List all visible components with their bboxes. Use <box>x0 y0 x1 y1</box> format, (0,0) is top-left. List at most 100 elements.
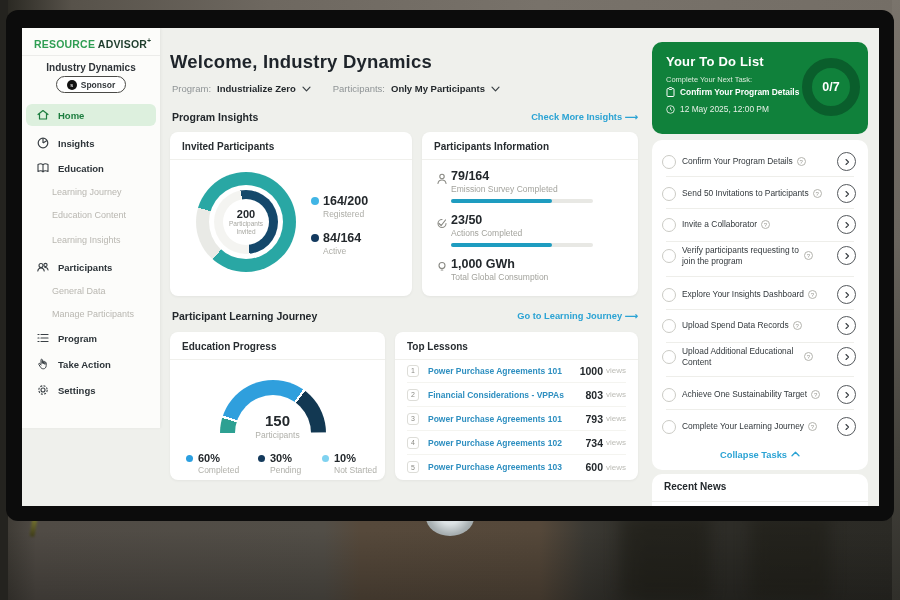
clock-icon <box>666 105 675 114</box>
card-title: Participants Information <box>422 132 638 160</box>
recent-news-card: Recent News <box>652 474 868 506</box>
sidebar-item-program[interactable]: Program <box>26 327 156 349</box>
donut-legend-item: 164/200Registered <box>311 194 411 219</box>
pinfo-row: 79/164Emission Survey Completed <box>435 169 627 203</box>
chevron-right-icon[interactable] <box>837 215 856 234</box>
lesson-link[interactable]: Power Purchase Agreements 102 <box>428 438 585 448</box>
todo-item[interactable]: Verify participants requesting to join t… <box>662 245 856 266</box>
participants-filter[interactable]: Participants: Only My Participants <box>333 83 500 94</box>
sidebar-item-participants[interactable]: Participants <box>26 256 156 278</box>
lesson-row: 1Power Purchase Agreements 1011000views <box>407 359 626 383</box>
app-logo[interactable]: RESOURCE ADVISOR+ <box>34 37 151 50</box>
todo-item[interactable]: Complete Your Learning Journey? <box>662 417 856 436</box>
chevron-right-icon[interactable] <box>837 417 856 436</box>
todo-checkbox[interactable] <box>662 388 676 402</box>
sidebar-item-manage-participants[interactable]: Manage Participants <box>26 303 156 325</box>
background-shadow-2 <box>750 515 830 600</box>
card-title: Invited Participants <box>170 132 412 160</box>
lesson-link[interactable]: Power Purchase Agreements 101 <box>428 414 585 424</box>
invited-participants-card: Invited Participants 200 Participants In… <box>170 132 412 296</box>
todo-item[interactable]: Achieve One Sustainability Target? <box>662 385 856 404</box>
todo-item[interactable]: Upload Spend Data Records? <box>662 316 856 335</box>
background-shadow-1 <box>620 515 710 600</box>
clipboard-icon <box>666 87 675 97</box>
chevron-right-icon[interactable] <box>837 152 856 171</box>
todo-checkbox[interactable] <box>662 319 676 333</box>
chevron-right-icon[interactable] <box>837 184 856 203</box>
progress-bar <box>451 243 593 247</box>
divider <box>666 309 854 310</box>
chevron-right-icon[interactable] <box>837 385 856 404</box>
progress-bar <box>451 199 593 203</box>
pinfo-row: 23/50Actions Completed <box>435 213 627 247</box>
donut-legend-item: 84/164Active <box>311 231 411 256</box>
help-icon: ? <box>811 390 820 399</box>
todo-checkbox[interactable] <box>662 350 676 364</box>
todo-checkbox[interactable] <box>662 249 676 263</box>
sidebar-item-learning-journey[interactable]: Learning Journey <box>26 181 156 203</box>
settings-icon <box>36 383 50 397</box>
program-icon <box>36 331 50 345</box>
lesson-row: 2Financial Considerations - VPPAs803view… <box>407 383 626 407</box>
divider <box>666 241 854 242</box>
todo-item[interactable]: Invite a Collaborator? <box>662 215 856 234</box>
sidebar-item-insights[interactable]: Insights <box>26 132 156 154</box>
divider <box>666 376 854 377</box>
section-program-insights: Program Insights <box>172 111 258 123</box>
divider <box>666 208 854 209</box>
help-icon: ? <box>804 251 813 260</box>
filters: Program: Industrialize Zero Participants… <box>172 83 500 94</box>
todo-subtitle: Complete Your Next Task: <box>666 75 752 84</box>
divider <box>666 276 854 277</box>
todo-checkbox[interactable] <box>662 187 676 201</box>
gauge-legend-item: 10%Not Started <box>322 452 377 475</box>
todo-checkbox[interactable] <box>662 288 676 302</box>
help-icon: ? <box>797 157 806 166</box>
sidebar-item-education-content[interactable]: Education Content <box>26 204 156 226</box>
sidebar-item-settings[interactable]: Settings <box>26 379 156 401</box>
chevron-right-icon[interactable] <box>837 246 856 265</box>
chevron-right-icon[interactable] <box>837 347 856 366</box>
divider <box>666 409 854 410</box>
gauge-legend-item: 30%Pending <box>258 452 301 475</box>
goto-learning-journey-link[interactable]: Go to Learning Journey ⟶ <box>468 310 638 321</box>
help-icon: ? <box>808 422 817 431</box>
sidebar: RESOURCE ADVISOR+ Industry Dynamics s Sp… <box>22 28 160 428</box>
lesson-link[interactable]: Power Purchase Agreements 103 <box>428 462 585 472</box>
todo-item[interactable]: Send 50 Invitations to Participants? <box>662 184 856 203</box>
chevron-right-icon[interactable] <box>837 316 856 335</box>
todo-item[interactable]: Upload Additional Educational Content? <box>662 346 856 367</box>
recent-news-title: Recent News <box>664 481 726 492</box>
help-icon: ? <box>793 321 802 330</box>
sidebar-item-take-action[interactable]: Take Action <box>26 353 156 375</box>
collapse-tasks-link[interactable]: Collapse Tasks <box>652 450 868 460</box>
sponsor-icon: s <box>67 80 77 90</box>
todo-checkbox[interactable] <box>662 218 676 232</box>
gauge-center: 150 Participants <box>170 412 385 440</box>
check-more-insights-link[interactable]: Check More Insights ⟶ <box>468 111 638 122</box>
chevron-up-icon <box>791 451 800 457</box>
lesson-link[interactable]: Financial Considerations - VPPAs <box>428 390 585 400</box>
todo-item[interactable]: Confirm Your Program Details? <box>662 152 856 171</box>
sidebar-item-general-data[interactable]: General Data <box>26 280 156 302</box>
sidebar-item-education[interactable]: Education <box>26 157 156 179</box>
todo-datetime: 12 May 2025, 12:00 PM <box>666 104 769 114</box>
gauge-legend-item: 60%Completed <box>186 452 239 475</box>
todo-item[interactable]: Explore Your Insights Dashboard? <box>662 285 856 304</box>
lesson-link[interactable]: Power Purchase Agreements 101 <box>428 366 580 376</box>
sidebar-item-learning-insights[interactable]: Learning Insights <box>26 229 156 251</box>
todo-checkbox[interactable] <box>662 155 676 169</box>
org-name: Industry Dynamics <box>22 62 160 73</box>
sidebar-item-home[interactable]: Home <box>26 104 156 126</box>
divider <box>666 342 854 343</box>
invited-donut-center: 200 Participants Invited <box>196 172 296 272</box>
chevron-right-icon[interactable] <box>837 285 856 304</box>
page-title: Welcome, Industry Dynamics <box>170 51 432 73</box>
sponsor-badge[interactable]: s Sponsor <box>56 76 126 93</box>
program-filter[interactable]: Program: Industrialize Zero <box>172 83 311 94</box>
todo-checkbox[interactable] <box>662 420 676 434</box>
participants-icon <box>36 260 50 274</box>
todo-summary-card: Your To Do List Complete Your Next Task:… <box>652 42 868 134</box>
home-icon <box>36 108 50 122</box>
person-icon <box>435 172 449 186</box>
